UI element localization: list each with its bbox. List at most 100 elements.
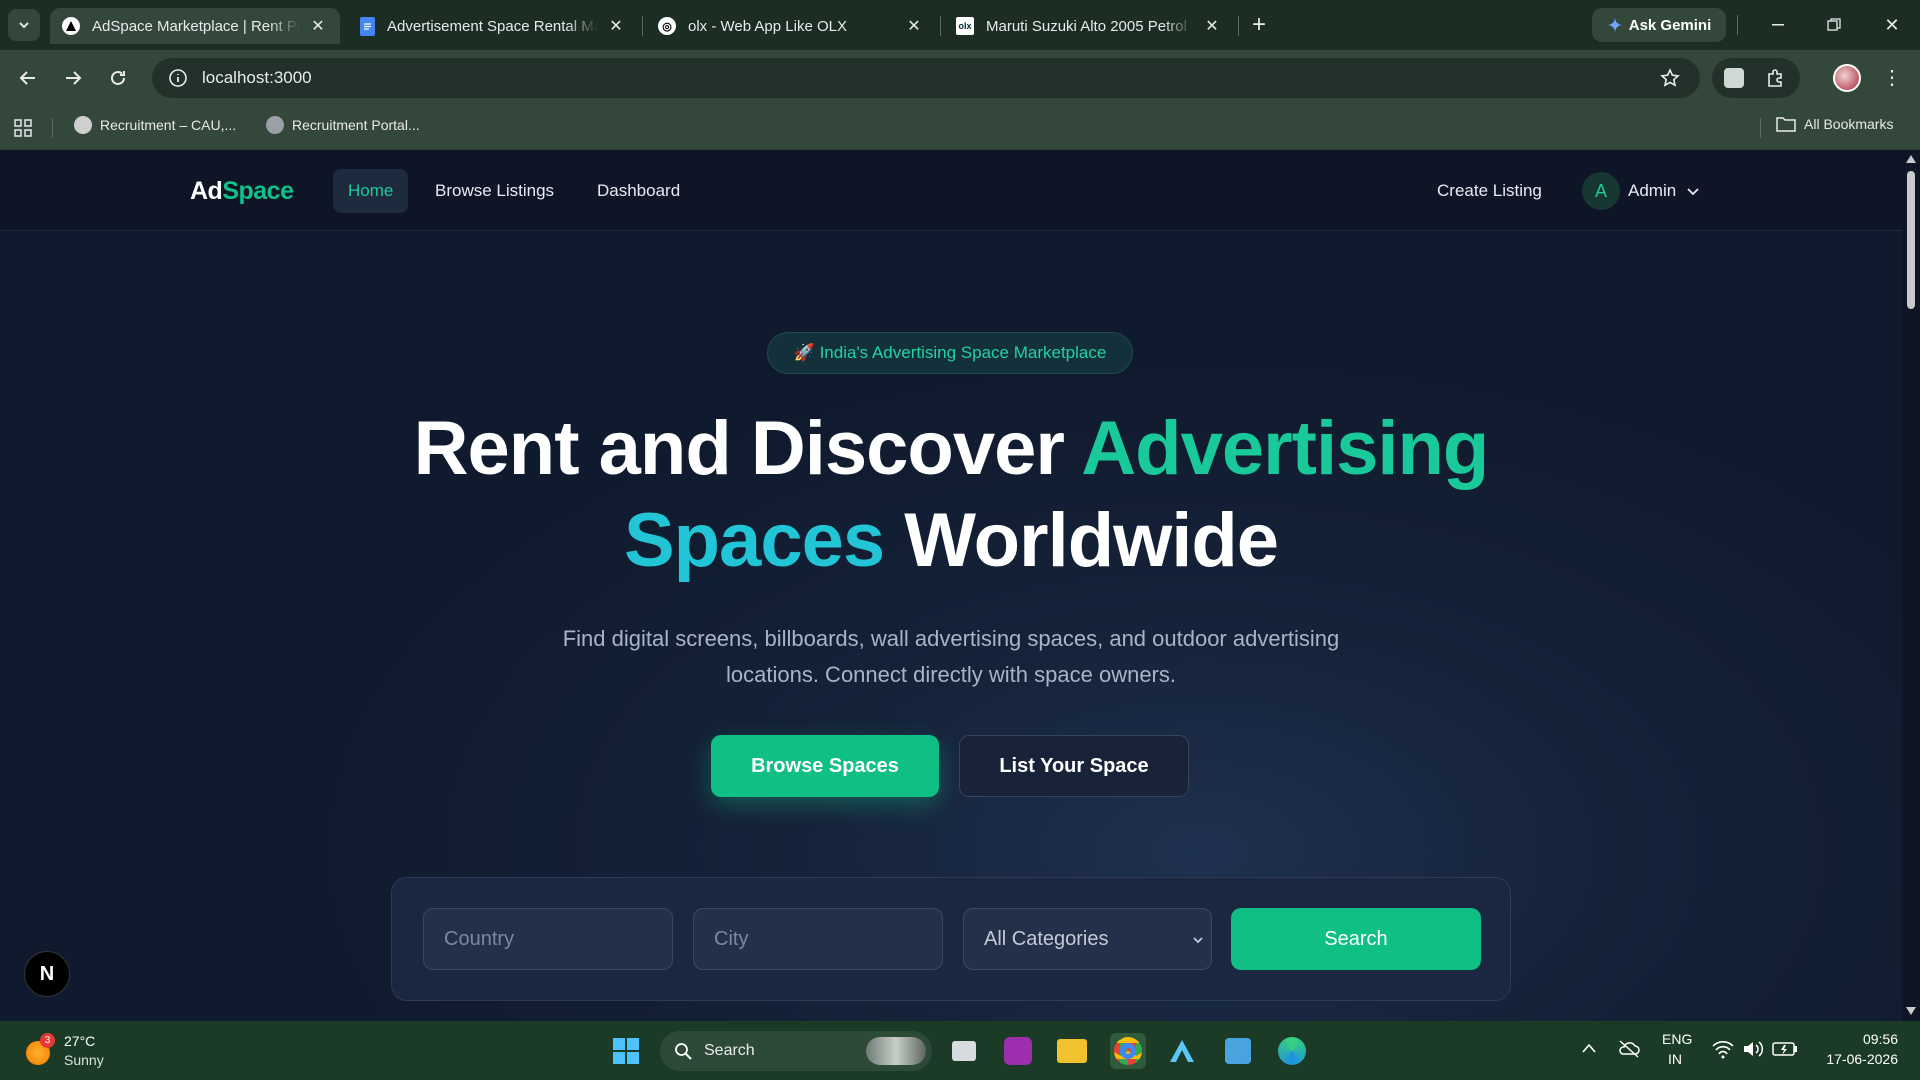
- category-select[interactable]: All Categories: [963, 908, 1212, 970]
- close-tab-icon[interactable]: ✕: [1202, 16, 1222, 36]
- scroll-down-icon[interactable]: [1906, 1007, 1916, 1015]
- bookmark-label: Recruitment Portal...: [292, 117, 420, 133]
- minimize-icon: [1772, 24, 1784, 26]
- country-input[interactable]: Country: [423, 908, 673, 970]
- web-page: AdSpace Home Browse Listings Dashboard C…: [0, 151, 1902, 1021]
- vscode-like-icon[interactable]: [1220, 1033, 1256, 1069]
- nextjs-dev-badge[interactable]: N: [24, 951, 70, 997]
- apps-grid-icon[interactable]: [14, 119, 32, 137]
- user-menu[interactable]: Admin: [1616, 169, 1712, 213]
- tab-title: AdSpace Marketplace | Rent Pre: [92, 17, 300, 35]
- close-window-button[interactable]: ✕: [1872, 10, 1912, 40]
- close-tab-icon[interactable]: ✕: [308, 16, 328, 36]
- tab-adspace[interactable]: AdSpace Marketplace | Rent Pre ✕: [50, 8, 340, 44]
- weather-text: Sunny: [64, 1052, 104, 1068]
- reload-button[interactable]: [102, 62, 134, 94]
- extension-icon[interactable]: [1724, 68, 1744, 88]
- scrollbar-thumb[interactable]: [1907, 171, 1915, 309]
- tab-olx[interactable]: ◎ olx - Web App Like OLX ✕: [646, 8, 936, 44]
- hero-title-line-2: Spaces Worldwide: [0, 495, 1902, 587]
- weather-temp: 27°C: [64, 1033, 96, 1049]
- weather-badge: 3: [40, 1033, 55, 1048]
- volume-icon[interactable]: [1742, 1039, 1764, 1059]
- forward-button[interactable]: [57, 62, 89, 94]
- menu-kebab-icon[interactable]: ⋮: [1882, 64, 1902, 92]
- language[interactable]: ENG: [1662, 1031, 1692, 1047]
- search-panel: Country City All Categories Search: [391, 877, 1511, 1001]
- app-icon-a[interactable]: [1164, 1033, 1200, 1069]
- globe-icon: [74, 116, 92, 134]
- site-logo[interactable]: AdSpace: [190, 177, 294, 206]
- chevron-down-icon: [19, 22, 29, 29]
- site-info-icon[interactable]: [168, 68, 188, 88]
- globe-icon: [266, 116, 284, 134]
- tab-title: Advertisement Space Rental Ma: [387, 17, 598, 35]
- search-button[interactable]: Search: [1231, 908, 1481, 970]
- close-tab-icon[interactable]: ✕: [606, 16, 626, 36]
- nav-browse-listings[interactable]: Browse Listings: [420, 169, 569, 213]
- bookmarks-bar: Recruitment – CAU,... Recruitment Portal…: [0, 106, 1920, 150]
- back-button[interactable]: [12, 62, 44, 94]
- triangle-favicon-icon: [62, 17, 80, 35]
- minimize-button[interactable]: [1758, 10, 1798, 40]
- wifi-icon[interactable]: [1712, 1039, 1734, 1059]
- nav-home[interactable]: Home: [333, 169, 409, 213]
- file-explorer-icon[interactable]: [1054, 1033, 1090, 1069]
- search-icon: [675, 1043, 692, 1060]
- clock-date[interactable]: 17-06-2026: [1806, 1051, 1898, 1067]
- region[interactable]: IN: [1668, 1051, 1682, 1067]
- arrow-left-icon: [19, 71, 35, 85]
- logo-part-space: Space: [222, 177, 294, 205]
- puzzle-icon[interactable]: [1766, 68, 1786, 88]
- app-icon-purple[interactable]: [1000, 1033, 1036, 1069]
- hero-title-line-1: Rent and Discover Advertising: [0, 403, 1902, 495]
- hero-title-part: Worldwide: [884, 498, 1279, 583]
- tab-advertisement-doc[interactable]: Advertisement Space Rental Ma ✕: [348, 8, 638, 44]
- profile-avatar[interactable]: [1833, 64, 1861, 92]
- folder-icon: [1776, 117, 1796, 132]
- edge-icon[interactable]: [1274, 1033, 1310, 1069]
- user-avatar[interactable]: A: [1582, 172, 1620, 210]
- city-input[interactable]: City: [693, 908, 943, 970]
- ask-gemini-button[interactable]: Ask Gemini: [1592, 8, 1726, 42]
- arrow-right-icon: [66, 71, 82, 85]
- ask-gemini-label: Ask Gemini: [1628, 16, 1712, 34]
- hero-badge: 🚀 India's Advertising Space Marketplace: [767, 332, 1133, 374]
- chatgpt-favicon-icon: ◎: [658, 17, 676, 35]
- bookmark-recruitment-portal[interactable]: Recruitment Portal...: [266, 116, 420, 134]
- close-tab-icon[interactable]: ✕: [904, 16, 924, 36]
- bookmark-label: Recruitment – CAU,...: [100, 117, 237, 133]
- chevron-down-icon: [1193, 937, 1203, 944]
- browse-spaces-button[interactable]: Browse Spaces: [711, 735, 939, 797]
- create-listing-link[interactable]: Create Listing: [1422, 169, 1557, 213]
- task-view-icon[interactable]: [946, 1033, 982, 1069]
- tab-title: olx - Web App Like OLX: [688, 17, 847, 35]
- hero-title-highlight: Spaces: [623, 498, 885, 583]
- tab-search-button[interactable]: [8, 9, 40, 41]
- list-your-space-button[interactable]: List Your Space: [959, 735, 1189, 797]
- browser-toolbar: localhost:3000 ⋮: [0, 50, 1920, 106]
- weather-widget[interactable]: 3 27°C Sunny: [24, 1031, 134, 1071]
- new-tab-button[interactable]: +: [1244, 10, 1274, 40]
- cloud-off-icon[interactable]: [1618, 1039, 1640, 1059]
- battery-icon[interactable]: [1772, 1041, 1798, 1057]
- taskbar-search[interactable]: Search: [660, 1031, 932, 1071]
- olx-favicon-icon: olx: [956, 17, 974, 35]
- url-text[interactable]: localhost:3000: [202, 68, 312, 88]
- bookmark-recruitment-cau[interactable]: Recruitment – CAU,...: [74, 116, 236, 134]
- chevron-up-icon[interactable]: [1582, 1043, 1596, 1053]
- nav-dashboard[interactable]: Dashboard: [582, 169, 695, 213]
- start-button[interactable]: [608, 1033, 644, 1069]
- page-scrollbar[interactable]: [1902, 151, 1920, 1021]
- hero-title-part: Rent and Discover: [413, 406, 1082, 491]
- restore-button[interactable]: [1814, 10, 1854, 40]
- tab-maruti[interactable]: olx Maruti Suzuki Alto 2005 Petrol ✕: [944, 8, 1234, 44]
- taskbar-search-label: Search: [704, 1042, 755, 1059]
- all-bookmarks-label: All Bookmarks: [1804, 116, 1894, 132]
- clock-time[interactable]: 09:56: [1826, 1031, 1898, 1047]
- all-bookmarks[interactable]: All Bookmarks: [1776, 116, 1893, 132]
- scroll-up-icon[interactable]: [1906, 155, 1916, 163]
- chrome-icon[interactable]: [1110, 1033, 1146, 1069]
- bookmark-star-icon[interactable]: [1660, 68, 1680, 88]
- address-bar[interactable]: localhost:3000: [152, 58, 1700, 98]
